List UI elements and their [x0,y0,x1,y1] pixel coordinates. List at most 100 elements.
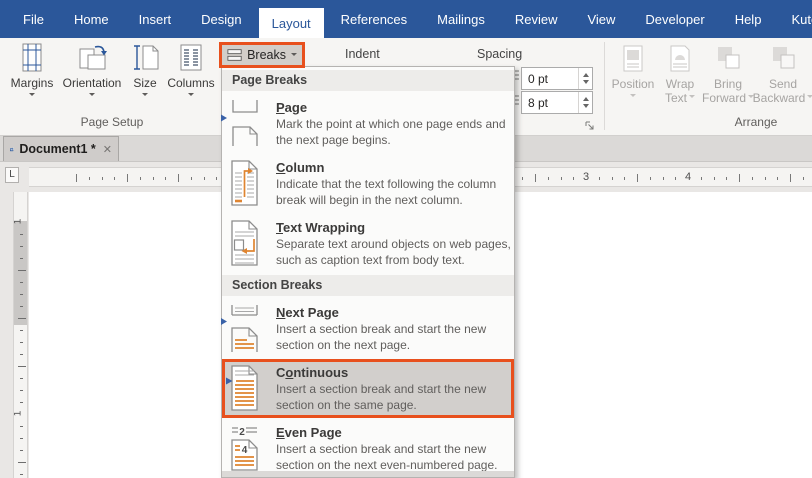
ruler-tick [114,177,115,180]
wrap-text-button: Wrap Text [658,44,702,105]
position-icon [619,44,647,74]
tab-help[interactable]: Help [722,0,775,38]
document-tab[interactable]: W Document1 * ✕ [3,136,119,161]
chevron-down-icon [89,93,95,99]
arrange-group-label: Arrange [700,115,812,129]
tab-design[interactable]: Design [188,0,254,38]
spin-down-icon[interactable] [583,80,589,87]
ruler-tick [561,177,562,180]
chevron-down-icon [630,94,636,100]
ruler-tick [165,177,166,180]
orientation-button[interactable]: Orientation [60,42,124,99]
menu-item-page[interactable]: Page Mark the point at which one page en… [222,94,514,153]
ruler-tick [765,177,766,180]
send-backward-label-1: Send [754,77,812,91]
tab-kutools[interactable]: Kutools ™ [778,0,812,38]
menu-item-title: Even Page [276,425,516,440]
send-backward-icon [769,44,797,74]
chevron-down-icon [689,95,695,101]
wrap-text-label-2: Text [665,91,687,105]
even-page-break-icon: 2 4 [218,424,262,472]
menu-item-text-wrapping[interactable]: Text Wrapping Separate text around objec… [222,214,514,273]
ruler-tick [535,174,536,182]
ruler-tick [726,177,727,180]
menu-item-column[interactable]: Column Indicate that the text following … [222,154,514,213]
wrap-text-label-1: Wrap [658,77,702,91]
spacing-before-spinner[interactable] [578,68,592,89]
wrap-text-icon [666,44,694,74]
send-backward-label-2: Backward [753,91,806,105]
orientation-icon [75,42,109,74]
tab-stop-selector[interactable]: L [5,167,19,183]
ruler-tick [20,234,23,235]
svg-text:2: 2 [239,427,245,438]
spin-up-icon[interactable] [583,70,589,77]
margins-button[interactable]: Margins [4,42,60,99]
tab-file[interactable]: File [10,0,57,38]
size-button[interactable]: Size [124,42,166,99]
margins-label: Margins [4,76,60,90]
ruler-tick [637,174,638,182]
ruler-tick [752,177,753,180]
spacing-before-field[interactable]: 0 pt [521,67,593,90]
ruler-tick [18,318,26,319]
ruler-number: 1 [13,219,23,225]
spacing-after-field[interactable]: 8 pt [521,91,593,114]
ruler-tick [20,258,23,259]
ruler-tick [178,174,179,182]
ruler-tick [127,174,128,182]
menu-item-next-page[interactable]: Next Page Insert a section break and sta… [222,299,514,358]
tab-review[interactable]: Review [502,0,571,38]
ruler-tick [20,246,23,247]
menu-item-title: Continuous [276,365,516,380]
spin-down-icon[interactable] [583,104,589,111]
ruler-tick [20,354,23,355]
position-button: Position [610,44,656,100]
tab-developer[interactable]: Developer [632,0,717,38]
breaks-button[interactable]: Breaks [219,42,305,68]
paragraph-dialog-launcher[interactable] [584,120,596,132]
ruler-tick [777,177,778,180]
menu-item-title: Next Page [276,305,516,320]
tab-insert[interactable]: Insert [126,0,185,38]
columns-icon [176,42,206,74]
ruler-tick [18,270,26,271]
menu-item-title: Text Wrapping [276,220,516,235]
page-break-icon [218,99,262,147]
tab-view[interactable]: View [574,0,628,38]
chevron-down-icon [807,95,812,101]
size-icon [130,42,160,74]
ruler-tick [140,177,141,180]
ruler-tick [522,177,523,180]
chevron-down-icon [29,93,35,99]
menu-item-description: Indicate that the text following the col… [276,177,516,208]
menu-item-description: Insert a section break and start the new… [276,382,516,413]
spacing-before-value[interactable]: 0 pt [522,72,578,86]
vertical-ruler[interactable]: 11 [13,192,28,478]
spin-up-icon[interactable] [583,94,589,101]
menu-bottom-edge [222,471,514,477]
columns-button[interactable]: Columns [164,42,218,99]
tab-references[interactable]: References [328,0,420,38]
tab-layout[interactable]: Layout [259,8,324,38]
page-setup-group-label: Page Setup [40,115,184,129]
tab-mailings[interactable]: Mailings [424,0,498,38]
ruler-number: 1 [13,411,23,417]
document-tab-title: Document1 * [19,142,95,156]
ruler-tick [153,177,154,180]
position-label: Position [610,77,656,91]
spacing-after-spinner[interactable] [578,92,592,113]
tab-home[interactable]: Home [61,0,122,38]
menu-item-continuous[interactable]: Continuous Insert a section break and st… [222,359,514,418]
menu-item-description: Insert a section break and start the new… [276,442,516,473]
menu-item-description: Insert a section break and start the new… [276,322,516,353]
menu-item-even-page[interactable]: 2 4 Even Page Insert a section break and… [222,419,514,478]
text-wrapping-icon [218,219,262,267]
ruler-tick [20,282,23,283]
ruler-tick [20,378,23,379]
spacing-after-value[interactable]: 8 pt [522,96,578,110]
bring-forward-label-2: Forward [702,91,746,105]
close-icon[interactable]: ✕ [103,143,112,156]
word-file-icon: W [10,141,14,158]
ruler-tick [20,306,23,307]
